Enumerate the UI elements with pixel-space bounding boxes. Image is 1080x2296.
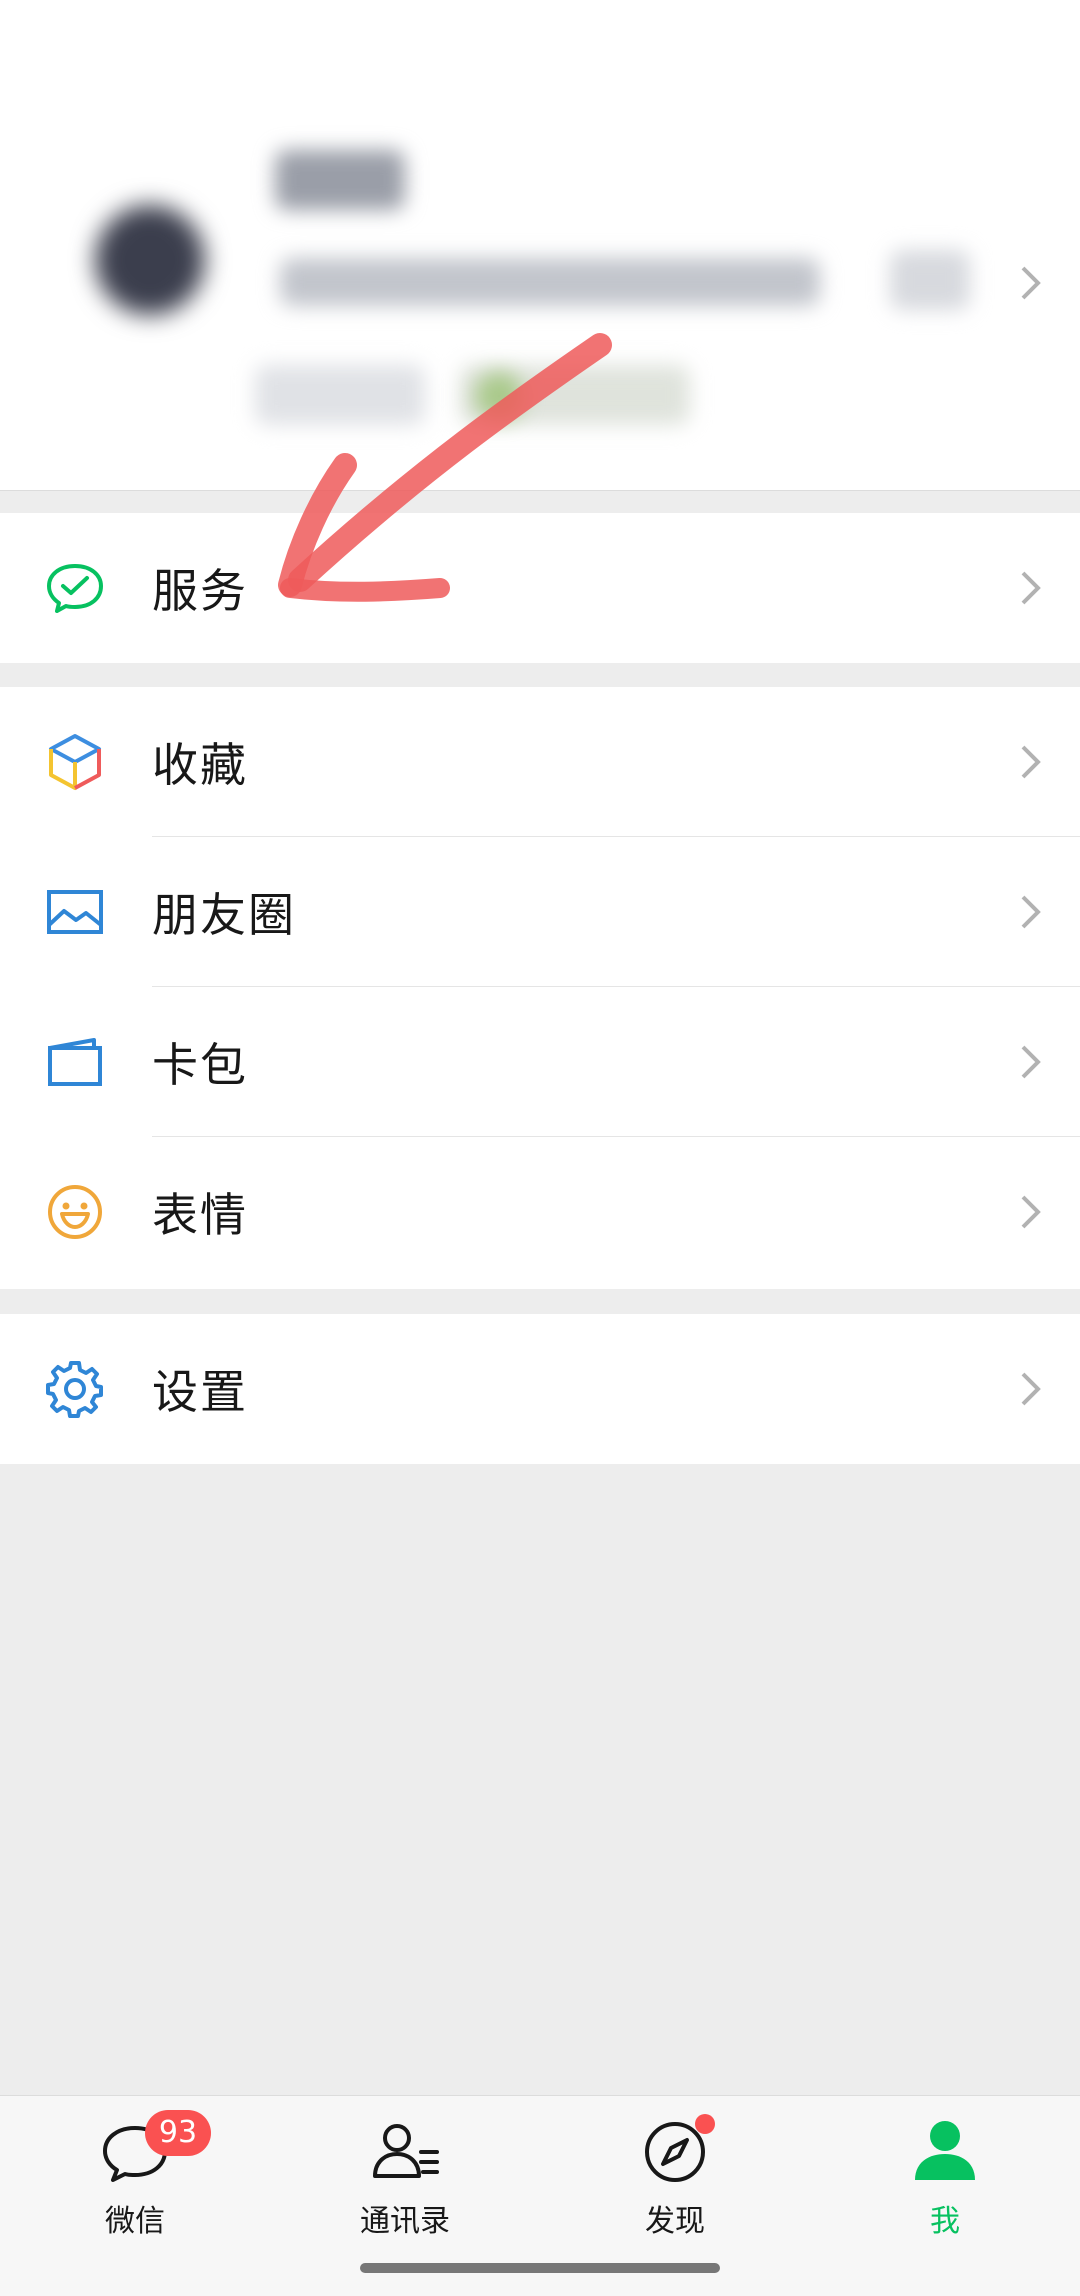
menu-label-stickers: 表情: [152, 1188, 248, 1242]
settings-gear-icon: [44, 1358, 106, 1420]
tab-discover[interactable]: 发现: [575, 2114, 775, 2246]
profile-name-blurred: [275, 150, 405, 210]
menu-item-cards[interactable]: 卡包: [0, 987, 1080, 1137]
profile-header[interactable]: [0, 0, 1080, 491]
services-check-icon: [44, 557, 106, 619]
menu-label-cards: 卡包: [152, 1038, 248, 1092]
chevron-right-icon: [1016, 1192, 1046, 1232]
home-indicator[interactable]: [360, 2263, 720, 2273]
menu-label-settings: 设置: [152, 1365, 248, 1419]
settings-section: 设置: [0, 1314, 1080, 1464]
sticker-smile-icon: [44, 1181, 106, 1243]
person-icon: [905, 2116, 985, 2186]
chevron-right-icon: [1016, 1369, 1046, 1409]
menu-item-services[interactable]: 服务: [0, 513, 1080, 663]
menu-item-moments[interactable]: 朋友圈: [0, 837, 1080, 987]
discover-red-dot: [695, 2114, 715, 2134]
unread-badge: 93: [145, 2110, 211, 2156]
menu-item-favorites[interactable]: 收藏: [0, 687, 1080, 837]
tab-chats[interactable]: 93 微信: [35, 2110, 235, 2246]
chevron-right-icon: [1016, 742, 1046, 782]
moments-image-icon: [44, 881, 106, 943]
compass-icon: [635, 2114, 715, 2186]
qr-code-icon[interactable]: [890, 250, 970, 310]
contacts-icon: [365, 2116, 445, 2186]
chevron-right-icon: [1016, 263, 1046, 303]
tab-contacts[interactable]: 通讯录: [305, 2116, 505, 2246]
profile-id-blurred: [280, 258, 820, 306]
chevron-right-icon: [1016, 892, 1046, 932]
avatar: [95, 205, 205, 315]
tab-me[interactable]: 我: [845, 2116, 1045, 2246]
main-menu-section: 收藏 朋友圈 卡包 表情: [0, 687, 1080, 1289]
chevron-right-icon: [1016, 568, 1046, 608]
tab-label-me: 我: [930, 2204, 960, 2239]
menu-item-settings[interactable]: 设置: [0, 1314, 1080, 1464]
favorites-cube-icon: [44, 731, 106, 793]
chat-bubble-icon: 93: [95, 2110, 211, 2186]
wallet-card-icon: [44, 1031, 106, 1093]
tab-label-chats: 微信: [105, 2204, 165, 2239]
chevron-right-icon: [1016, 1042, 1046, 1082]
tab-label-discover: 发现: [645, 2204, 705, 2239]
menu-item-stickers[interactable]: 表情: [0, 1137, 1080, 1287]
menu-label-moments: 朋友圈: [152, 888, 296, 942]
status-dot: [475, 372, 523, 420]
status-button-blurred[interactable]: [255, 365, 425, 425]
tab-label-contacts: 通讯录: [360, 2204, 450, 2239]
services-section: 服务: [0, 513, 1080, 663]
menu-label-favorites: 收藏: [152, 738, 248, 792]
menu-label-services: 服务: [152, 564, 248, 618]
bottom-tab-bar: 93 微信 通讯录 发现 我: [0, 2095, 1080, 2296]
